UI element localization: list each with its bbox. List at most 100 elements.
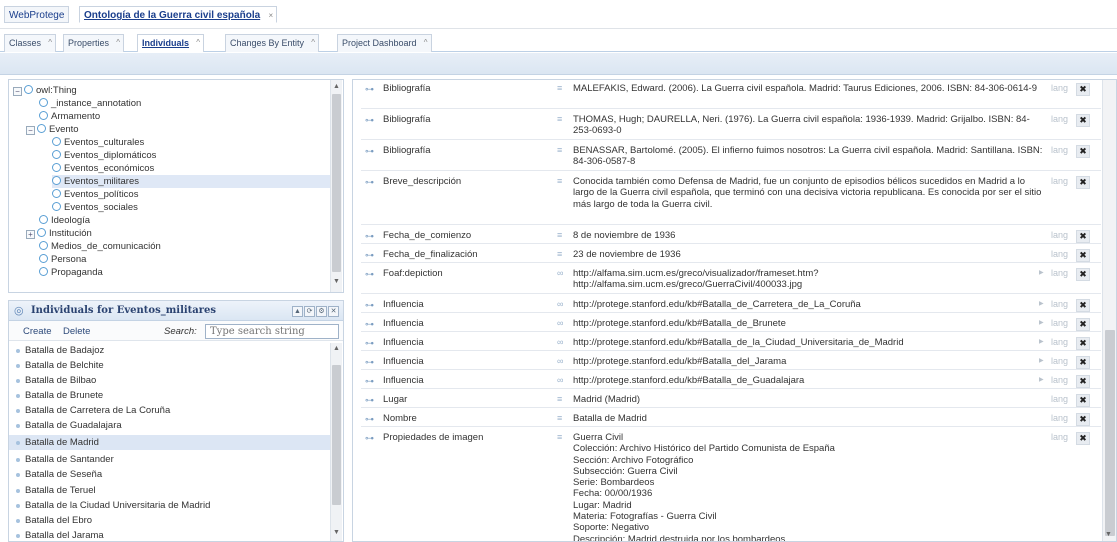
lang-field[interactable]: lang xyxy=(1051,299,1068,309)
list-item[interactable]: Batalla de Seseña xyxy=(9,467,331,482)
tab-close-icon[interactable]: ^ xyxy=(196,35,200,51)
property-name[interactable]: Bibliografía xyxy=(383,114,431,125)
property-name[interactable]: Influencia xyxy=(383,299,424,310)
tree-item[interactable]: Medios_de_comunicación xyxy=(39,240,161,253)
property-value[interactable]: Batalla de Madrid xyxy=(573,413,1043,424)
list-item[interactable]: Batalla de Brunete xyxy=(9,388,331,403)
delete-value-button[interactable]: ✖ xyxy=(1076,394,1090,407)
property-value[interactable]: MALEFAKIS, Edward. (2006). La Guerra civ… xyxy=(573,83,1043,94)
expand-arrow-icon[interactable]: ▶ xyxy=(1039,300,1044,307)
property-value[interactable]: Guerra Civil Colección: Archivo Históric… xyxy=(573,432,1043,541)
property-name[interactable]: Influencia xyxy=(383,375,424,386)
list-item[interactable]: Batalla de Belchite xyxy=(9,358,331,373)
tree-item-evento[interactable]: − Evento xyxy=(26,123,79,136)
lang-field[interactable]: lang xyxy=(1051,413,1068,423)
tree-item[interactable]: Persona xyxy=(39,253,86,266)
lang-field[interactable]: lang xyxy=(1051,249,1068,259)
lang-field[interactable]: lang xyxy=(1051,394,1068,404)
tab-close-icon[interactable]: ^ xyxy=(311,35,315,51)
property-value[interactable]: BENASSAR, Bartolomé. (2005). El infierno… xyxy=(573,145,1043,168)
list-item-selected[interactable]: Batalla de Madrid xyxy=(9,435,331,450)
tree-item[interactable]: Eventos_diplomáticos xyxy=(52,149,156,162)
expand-icon[interactable]: + xyxy=(26,230,35,239)
tab-close-icon[interactable]: ^ xyxy=(48,35,52,51)
delete-value-button[interactable]: ✖ xyxy=(1076,145,1090,158)
property-name[interactable]: Bibliografía xyxy=(383,83,431,94)
property-value[interactable]: http://protege.stanford.edu/kb#Batalla_d… xyxy=(573,337,1043,348)
delete-value-button[interactable]: ✖ xyxy=(1076,299,1090,312)
delete-value-button[interactable]: ✖ xyxy=(1076,356,1090,369)
list-item[interactable]: Batalla de Bilbao xyxy=(9,373,331,388)
scroll-up-icon[interactable]: ▲ xyxy=(333,345,340,352)
list-item[interactable]: Batalla de Carretera de La Coruña xyxy=(9,403,331,418)
individuals-scrollbar[interactable]: ▲ ▼ xyxy=(330,343,342,541)
delete-value-button[interactable]: ✖ xyxy=(1076,337,1090,350)
delete-value-button[interactable]: ✖ xyxy=(1076,318,1090,331)
scroll-down-icon[interactable]: ▼ xyxy=(333,529,340,536)
lang-field[interactable]: lang xyxy=(1051,230,1068,240)
lang-field[interactable]: lang xyxy=(1051,356,1068,366)
delete-value-button[interactable]: ✖ xyxy=(1076,249,1090,262)
delete-value-button[interactable]: ✖ xyxy=(1076,413,1090,426)
lang-field[interactable]: lang xyxy=(1051,268,1068,278)
collapse-icon[interactable]: − xyxy=(13,87,22,96)
lang-field[interactable]: lang xyxy=(1051,176,1068,186)
list-item[interactable]: Batalla de Guadalajara xyxy=(9,418,331,433)
tab-individuals[interactable]: Individuals ^ xyxy=(137,34,205,52)
tree-item[interactable]: Eventos_culturales xyxy=(52,136,144,149)
delete-value-button[interactable]: ✖ xyxy=(1076,114,1090,127)
property-value[interactable]: http://protege.stanford.edu/kb#Batalla_d… xyxy=(573,318,1043,329)
property-value[interactable]: THOMAS, Hugh; DAURELLA, Neri. (1976). La… xyxy=(573,114,1043,137)
property-value[interactable]: http://protege.stanford.edu/kb#Batalla_d… xyxy=(573,356,1043,367)
scroll-down-icon[interactable]: ▼ xyxy=(1105,531,1112,538)
property-name[interactable]: Influencia xyxy=(383,318,424,329)
tab-classes[interactable]: Classes ^ xyxy=(4,34,57,52)
expand-arrow-icon[interactable]: ▶ xyxy=(1039,376,1044,383)
refresh-icon[interactable]: ⟳ xyxy=(304,306,315,317)
tree-item-selected[interactable]: Eventos_militares xyxy=(52,175,332,188)
scroll-down-icon[interactable]: ▼ xyxy=(333,278,340,285)
tree-item[interactable]: _instance_annotation xyxy=(39,97,141,110)
tab-close-icon[interactable]: ^ xyxy=(116,35,120,51)
property-value[interactable]: http://protege.stanford.edu/kb#Batalla_d… xyxy=(573,299,1043,310)
tree-item[interactable]: Ideología xyxy=(39,214,90,227)
property-name[interactable]: Nombre xyxy=(383,413,417,424)
property-name[interactable]: Influencia xyxy=(383,356,424,367)
list-item[interactable]: Batalla de Teruel xyxy=(9,483,331,498)
property-name[interactable]: Propiedades de imagen xyxy=(383,432,483,443)
collapse-panel-icon[interactable]: ▲ xyxy=(292,306,303,317)
property-name[interactable]: Influencia xyxy=(383,337,424,348)
lang-field[interactable]: lang xyxy=(1051,432,1068,442)
list-item[interactable]: Batalla del Jarama xyxy=(9,528,331,541)
tab-project-dashboard[interactable]: Project Dashboard ^ xyxy=(337,34,432,52)
delete-value-button[interactable]: ✖ xyxy=(1076,83,1090,96)
close-project-icon[interactable]: × xyxy=(269,7,274,24)
expand-arrow-icon[interactable]: ▶ xyxy=(1039,269,1044,276)
delete-value-button[interactable]: ✖ xyxy=(1076,230,1090,243)
close-panel-icon[interactable]: ✕ xyxy=(328,306,339,317)
property-name[interactable]: Lugar xyxy=(383,394,407,405)
scroll-up-icon[interactable]: ▲ xyxy=(333,83,340,90)
tree-item[interactable]: Eventos_económicos xyxy=(52,162,154,175)
property-panel-scrollbar[interactable]: ▼ xyxy=(1102,80,1116,541)
tree-item[interactable]: Armamento xyxy=(39,110,100,123)
property-name[interactable]: Foaf:depiction xyxy=(383,268,443,279)
property-value[interactable]: Conocida también como Defensa de Madrid,… xyxy=(573,176,1043,210)
scroll-thumb[interactable] xyxy=(1105,330,1115,536)
search-input[interactable] xyxy=(205,324,339,339)
scroll-thumb[interactable] xyxy=(332,94,341,272)
project-tab[interactable]: Ontología de la Guerra civil española × xyxy=(79,6,278,24)
property-name[interactable]: Fecha_de_comienzo xyxy=(383,230,471,241)
scroll-thumb[interactable] xyxy=(332,365,341,505)
delete-value-button[interactable]: ✖ xyxy=(1076,268,1090,281)
list-item[interactable]: Batalla del Ebro xyxy=(9,513,331,528)
property-value[interactable]: http://alfama.sim.ucm.es/greco/visualiza… xyxy=(573,268,1043,291)
tree-item-owl-thing[interactable]: − owl:Thing xyxy=(13,84,77,97)
create-button[interactable]: Create xyxy=(23,326,52,337)
settings-icon[interactable]: ⚙ xyxy=(316,306,327,317)
property-value[interactable]: Madrid (Madrid) xyxy=(573,394,1043,405)
tree-item-institucion[interactable]: + Institución xyxy=(26,227,92,240)
webprotege-tab[interactable]: WebProtege xyxy=(4,6,70,23)
lang-field[interactable]: lang xyxy=(1051,114,1068,124)
property-name[interactable]: Bibliografía xyxy=(383,145,431,156)
